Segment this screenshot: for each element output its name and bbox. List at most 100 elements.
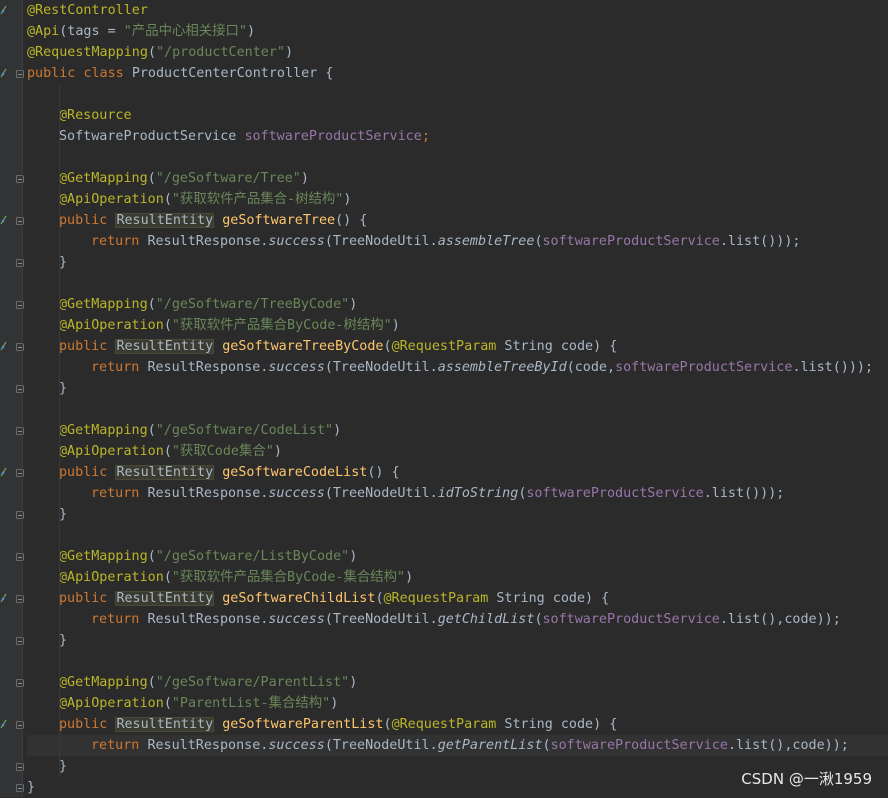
code-line[interactable]: @RestController	[27, 0, 888, 21]
code-line[interactable]: }	[27, 252, 888, 273]
code-line[interactable]: }	[27, 630, 888, 651]
code-line[interactable]: @GetMapping("/geSoftware/ListByCode")	[27, 546, 888, 567]
code-token: "/geSoftware/Tree"	[155, 171, 301, 186]
code-token: idToString	[437, 486, 519, 501]
code-token: (tags =	[59, 24, 124, 39]
bean-marker-icon[interactable]	[0, 215, 7, 225]
code-token: geSoftwareChildList	[222, 591, 376, 606]
code-token: @ApiOperation	[59, 570, 164, 585]
code-token: (	[147, 297, 156, 312]
code-token: public	[27, 66, 84, 81]
code-token: (	[375, 591, 384, 606]
code-line[interactable]: @RequestMapping("/productCenter")	[27, 42, 888, 63]
code-token: ResultEntity	[115, 465, 215, 480]
code-line[interactable]: @ApiOperation("获取Code集合")	[27, 441, 888, 462]
code-token: softwareProductService	[542, 234, 720, 249]
bean-marker-icon[interactable]	[0, 5, 7, 15]
code-line[interactable]: SoftwareProductService softwareProductSe…	[27, 126, 888, 147]
code-token: )	[247, 24, 256, 39]
code-line[interactable]: @GetMapping("/geSoftware/TreeByCode")	[27, 294, 888, 315]
code-token: () {	[335, 213, 368, 228]
code-token: String code) {	[488, 591, 610, 606]
code-token: @GetMapping	[59, 675, 148, 690]
code-token: getParentList	[437, 738, 543, 753]
code-token: softwareProductService	[244, 129, 422, 144]
code-token: softwareProductService	[615, 360, 793, 375]
code-token: ResultEntity	[115, 213, 215, 228]
code-token: ResultResponse.	[147, 234, 269, 249]
code-line[interactable]: @Resource	[27, 105, 888, 126]
code-token: (TreeNodeUtil.	[324, 738, 438, 753]
code-token: (	[147, 423, 156, 438]
code-token: @ApiOperation	[59, 318, 164, 333]
code-token: (	[147, 45, 156, 60]
code-editor[interactable]: @RestController @Api(tags = "产品中心相关接口") @R…	[27, 0, 888, 797]
code-line[interactable]: @ApiOperation("ParentList-集合结构")	[27, 693, 888, 714]
code-token: @GetMapping	[59, 171, 148, 186]
gutter-divider	[22, 0, 23, 797]
code-line[interactable]: public class ProductCenterController {	[27, 63, 888, 84]
code-token: @RestController	[27, 3, 148, 18]
code-line[interactable]: public ResultEntity geSoftwareTree() {	[27, 210, 888, 231]
code-token: )	[349, 549, 358, 564]
code-token: .list()));	[792, 360, 874, 375]
bean-marker-icon[interactable]	[0, 341, 7, 351]
code-line[interactable]: @GetMapping("/geSoftware/ParentList")	[27, 672, 888, 693]
code-token: .list(),code));	[727, 738, 849, 753]
bean-marker-icon[interactable]	[0, 68, 7, 78]
code-line[interactable]: @GetMapping("/geSoftware/CodeList")	[27, 420, 888, 441]
code-token: (TreeNodeUtil.	[324, 612, 438, 627]
code-token: "/productCenter"	[156, 45, 285, 60]
code-line[interactable]: }	[27, 378, 888, 399]
code-line[interactable]: @GetMapping("/geSoftware/Tree")	[27, 168, 888, 189]
code-line[interactable]: return ResultResponse.success(TreeNodeUt…	[27, 357, 888, 378]
code-token: (	[163, 696, 172, 711]
code-token: @GetMapping	[59, 297, 148, 312]
code-line[interactable]: @Api(tags = "产品中心相关接口")	[27, 21, 888, 42]
code-line[interactable]: public ResultEntity geSoftwareCodeList()…	[27, 462, 888, 483]
code-token: )	[391, 318, 400, 333]
code-token: .list()));	[719, 234, 801, 249]
code-line[interactable]: return ResultResponse.success(TreeNodeUt…	[27, 231, 888, 252]
code-line[interactable]	[27, 147, 888, 168]
code-token: (TreeNodeUtil.	[324, 360, 438, 375]
code-token: success	[268, 234, 325, 249]
code-token: success	[268, 738, 325, 753]
code-line[interactable]: }	[27, 504, 888, 525]
code-token: ResultResponse.	[147, 738, 269, 753]
code-line[interactable]: public ResultEntity geSoftwareChildList(…	[27, 588, 888, 609]
code-line[interactable]	[27, 84, 888, 105]
code-token: )	[273, 444, 282, 459]
code-line[interactable]	[27, 273, 888, 294]
code-token: String code) {	[496, 339, 618, 354]
code-token: softwareProductService	[550, 738, 728, 753]
code-token: (	[383, 717, 392, 732]
code-line[interactable]: public ResultEntity geSoftwareParentList…	[27, 714, 888, 735]
code-token: return	[91, 486, 148, 501]
code-token: }	[59, 633, 68, 648]
code-line[interactable]: return ResultResponse.success(TreeNodeUt…	[27, 735, 888, 756]
code-token: softwareProductService	[542, 612, 720, 627]
code-token: assembleTreeById	[437, 360, 567, 375]
code-token: @RequestMapping	[27, 45, 148, 60]
code-line[interactable]: @ApiOperation("获取软件产品集合-树结构")	[27, 189, 888, 210]
code-token: String code) {	[496, 717, 618, 732]
code-line[interactable]	[27, 651, 888, 672]
code-line[interactable]: public ResultEntity geSoftwareTreeByCode…	[27, 336, 888, 357]
code-line[interactable]	[27, 525, 888, 546]
bean-marker-icon[interactable]	[0, 467, 7, 477]
code-token: "获取软件产品集合-树结构"	[171, 192, 344, 207]
code-token: softwareProductService	[526, 486, 704, 501]
code-token: .list(),code));	[719, 612, 841, 627]
bean-marker-icon[interactable]	[0, 719, 7, 729]
code-token: return	[91, 234, 148, 249]
bean-marker-icon[interactable]	[0, 593, 7, 603]
code-line[interactable]: return ResultResponse.success(TreeNodeUt…	[27, 483, 888, 504]
code-line[interactable]: return ResultResponse.success(TreeNodeUt…	[27, 609, 888, 630]
code-token: public	[59, 591, 116, 606]
code-line[interactable]	[27, 399, 888, 420]
code-token: ResultResponse.	[147, 360, 269, 375]
code-token: )	[349, 675, 358, 690]
code-line[interactable]: @ApiOperation("获取软件产品集合ByCode-集合结构")	[27, 567, 888, 588]
code-line[interactable]: @ApiOperation("获取软件产品集合ByCode-树结构")	[27, 315, 888, 336]
